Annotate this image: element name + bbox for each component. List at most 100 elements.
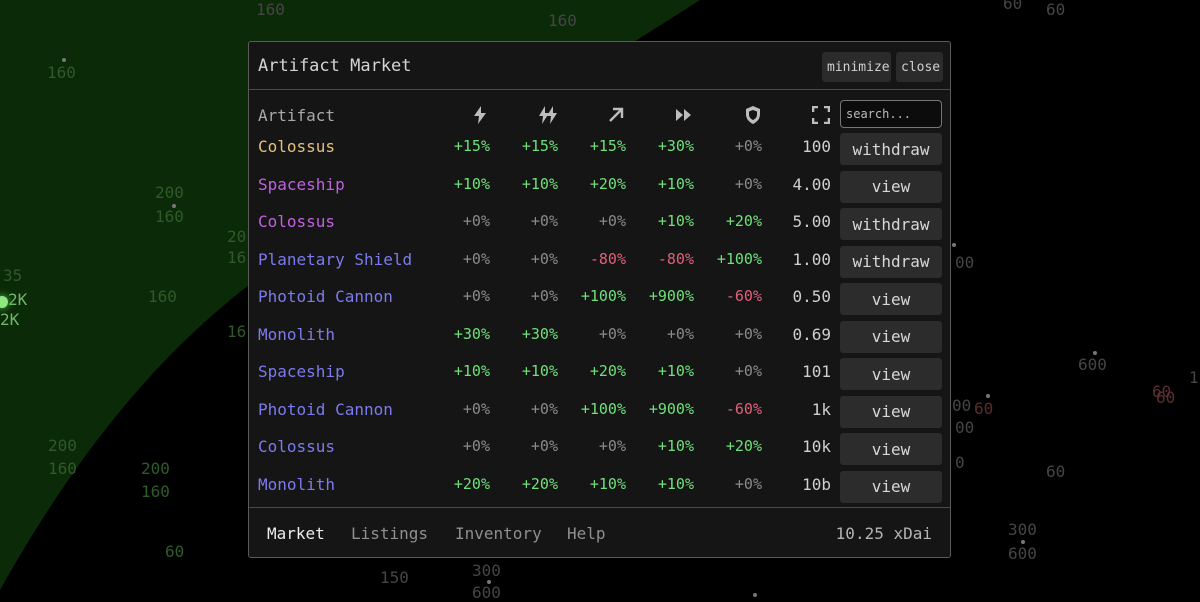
- planet-dot[interactable]: [986, 394, 990, 398]
- price-value: 1k: [811, 399, 831, 419]
- planet-dot[interactable]: [1093, 351, 1097, 355]
- search-input[interactable]: [840, 100, 942, 128]
- stat-value: +30%: [521, 324, 558, 343]
- price-value: 4.00: [792, 174, 831, 194]
- close-button[interactable]: close: [896, 52, 943, 82]
- map-label: 00: [955, 418, 975, 437]
- artifact-name[interactable]: Monolith: [258, 475, 335, 494]
- view-button[interactable]: view: [840, 170, 942, 203]
- artifact-name[interactable]: Photoid Cannon: [258, 287, 393, 306]
- stat-value: -60%: [725, 399, 762, 418]
- map-label: 00: [952, 396, 972, 415]
- view-button[interactable]: view: [840, 395, 942, 428]
- stat-value: +10%: [657, 174, 694, 193]
- speed-icon[interactable]: [673, 104, 695, 126]
- range-icon[interactable]: [605, 104, 627, 126]
- map-label: 600: [1008, 544, 1037, 563]
- stat-value: +20%: [725, 212, 762, 230]
- map-label: 16: [227, 248, 247, 267]
- tab-help[interactable]: Help: [567, 524, 606, 543]
- price-value: 10b: [802, 474, 831, 494]
- energy-growth-icon[interactable]: [537, 104, 559, 126]
- artifact-name[interactable]: Planetary Shield: [258, 250, 412, 269]
- modal-title: Artifact Market: [258, 56, 412, 76]
- artifact-market-modal: Artifact Market minimize close Artifact …: [248, 41, 951, 558]
- stat-value: +0%: [734, 137, 762, 155]
- planet-dot[interactable]: [952, 243, 956, 247]
- stat-value: +20%: [453, 474, 490, 493]
- map-label: 0: [955, 453, 965, 472]
- stat-value: +20%: [725, 437, 762, 455]
- artifact-name[interactable]: Colossus: [258, 137, 335, 156]
- column-header-artifact: Artifact: [258, 106, 336, 125]
- view-button[interactable]: view: [840, 283, 942, 315]
- stat-value: +0%: [734, 362, 762, 380]
- stat-value: +30%: [657, 137, 694, 155]
- map-label: 2K: [0, 310, 20, 329]
- stat-value: +0%: [598, 437, 626, 455]
- stat-value: +0%: [530, 249, 558, 268]
- stat-value: +0%: [666, 324, 694, 343]
- stat-value: +20%: [589, 174, 626, 193]
- planet-dot[interactable]: [1021, 540, 1025, 544]
- planet-dot[interactable]: [753, 593, 757, 597]
- map-label: 60: [1003, 0, 1023, 13]
- view-button[interactable]: view: [840, 433, 942, 465]
- stat-value: +10%: [453, 174, 490, 193]
- energy-icon[interactable]: [469, 104, 491, 126]
- planet-dot[interactable]: [62, 58, 66, 62]
- planet-dot[interactable]: [487, 580, 491, 584]
- map-label: 60: [974, 399, 994, 418]
- view-button[interactable]: view: [840, 320, 942, 353]
- stat-value: +900%: [648, 287, 694, 305]
- stat-value: +20%: [589, 362, 626, 380]
- artifact-name[interactable]: Photoid Cannon: [258, 400, 393, 419]
- planet-dot[interactable]: [172, 204, 176, 208]
- artifact-name[interactable]: Spaceship: [258, 175, 345, 194]
- modal-header: Artifact Market minimize close: [249, 42, 950, 90]
- table-row: Colossus +15% +15% +15% +30% +0% 100 withdraw: [249, 132, 950, 170]
- stat-value: +20%: [521, 474, 558, 493]
- stat-value: +0%: [734, 324, 762, 343]
- modal-footer: Market Listings Inventory Help 10.25 xDa…: [249, 507, 950, 559]
- stat-value: +15%: [521, 137, 558, 155]
- table-row: Colossus +0% +0% +0% +10% +20% 10k view: [249, 432, 950, 470]
- map-label: 200: [155, 183, 184, 202]
- map-label: 160: [148, 287, 177, 306]
- stat-value: +10%: [589, 474, 626, 493]
- expand-icon[interactable]: [810, 104, 832, 126]
- map-label: 600: [472, 583, 501, 602]
- stat-value: +0%: [462, 399, 490, 418]
- map-label: 16: [227, 322, 247, 341]
- artifact-name[interactable]: Monolith: [258, 325, 335, 344]
- view-button[interactable]: view: [840, 358, 942, 390]
- defense-icon[interactable]: [742, 104, 764, 126]
- tab-inventory[interactable]: Inventory: [455, 524, 542, 543]
- tab-market[interactable]: Market: [267, 524, 325, 543]
- stat-value: +10%: [453, 362, 490, 380]
- stat-value: +100%: [580, 287, 626, 305]
- map-label: 20: [227, 227, 247, 246]
- stat-value: +100%: [580, 399, 626, 418]
- artifact-name[interactable]: Colossus: [258, 212, 335, 231]
- stat-value: +10%: [657, 437, 694, 455]
- map-label: 60: [165, 542, 185, 561]
- map-label: 2K: [8, 290, 28, 309]
- withdraw-button[interactable]: withdraw: [840, 208, 942, 240]
- withdraw-button[interactable]: withdraw: [840, 245, 942, 278]
- artifact-name[interactable]: Colossus: [258, 437, 335, 456]
- minimize-button[interactable]: minimize: [822, 52, 891, 82]
- stat-value: +0%: [462, 249, 490, 268]
- map-label: 35: [3, 266, 23, 285]
- stat-value: +0%: [530, 212, 558, 230]
- view-button[interactable]: view: [840, 470, 942, 503]
- stat-value: +0%: [734, 474, 762, 493]
- withdraw-button[interactable]: withdraw: [840, 133, 942, 165]
- tab-listings[interactable]: Listings: [351, 524, 428, 543]
- stat-value: +100%: [716, 249, 762, 268]
- stat-value: +0%: [530, 287, 558, 305]
- artifact-name[interactable]: Spaceship: [258, 362, 345, 381]
- price-value: 100: [802, 137, 831, 156]
- map-label: 200: [141, 459, 170, 478]
- map-label: 600: [1078, 355, 1107, 374]
